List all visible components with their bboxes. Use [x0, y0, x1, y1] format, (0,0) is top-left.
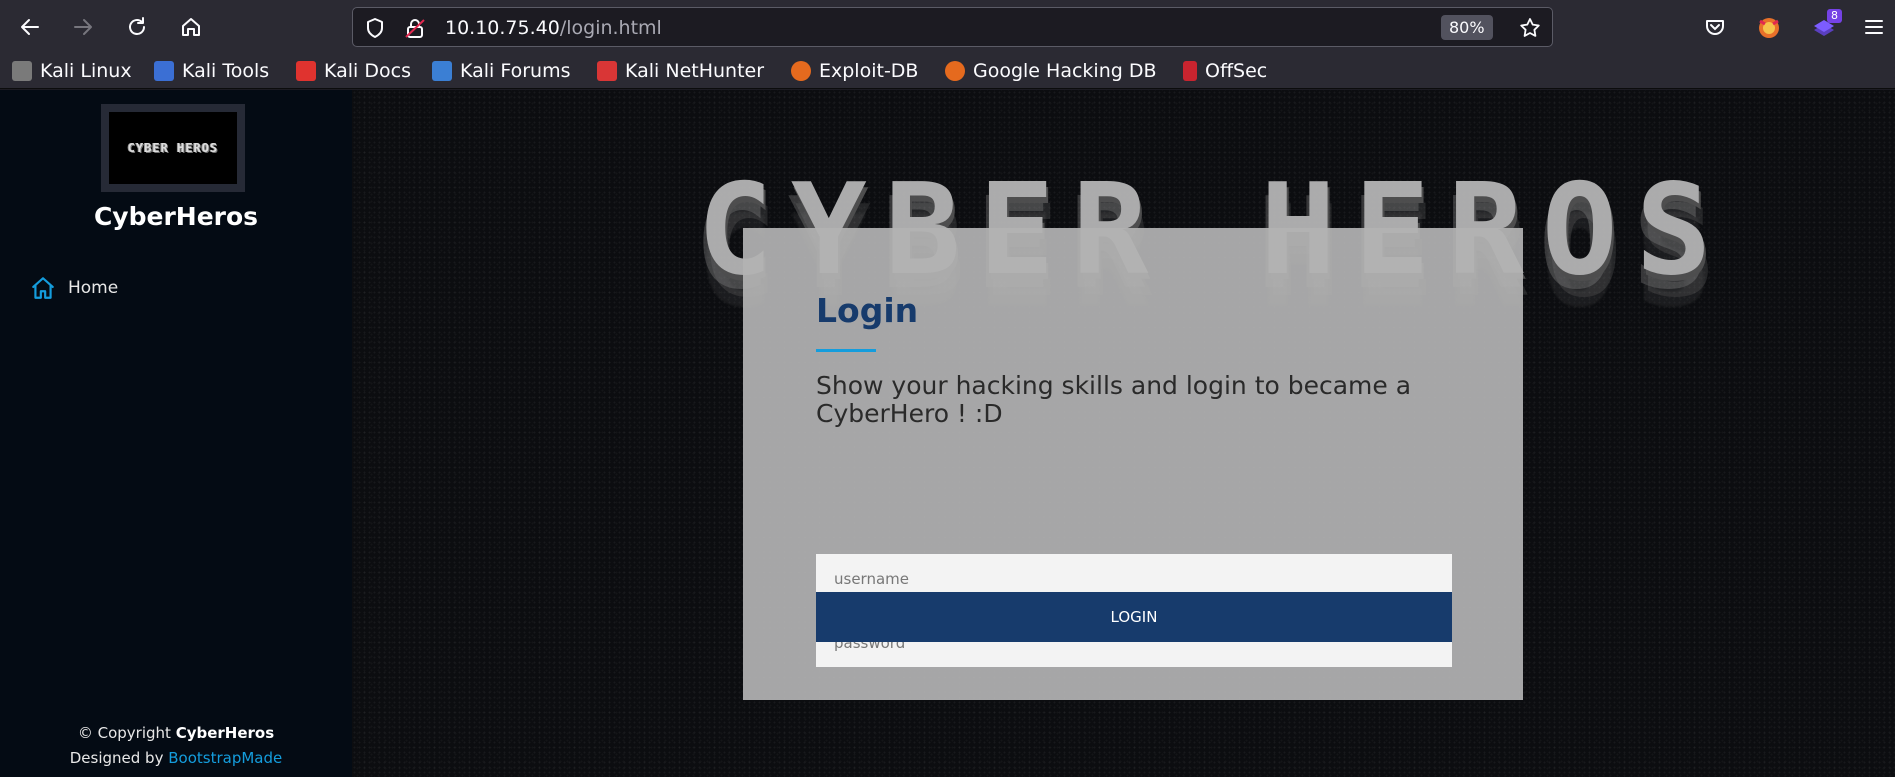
insecure-lock-icon[interactable]	[403, 16, 427, 40]
bookmark-kali-docs[interactable]: Kali Docs	[296, 58, 411, 84]
url-host: 10.10.75.40	[445, 17, 560, 39]
bookmark-label: Kali Forums	[460, 60, 571, 82]
logo-text: CYBER HEROS	[127, 141, 219, 155]
copyright-brand: CyberHeros	[175, 724, 275, 742]
kali-nethunter-icon	[597, 61, 617, 81]
offsec-icon	[1183, 61, 1197, 81]
bookmarks-bar: Kali Linux Kali Tools Kali Docs Kali For…	[0, 54, 1895, 89]
extension-icon[interactable]: 8	[1808, 9, 1842, 42]
kali-docs-icon	[296, 61, 316, 81]
copyright: © Copyright CyberHeros	[0, 724, 352, 742]
bookmark-google-hacking-db[interactable]: Google Hacking DB	[945, 58, 1157, 84]
browser-toolbar: 10.10.75.40/login.html 80% 8	[0, 0, 1895, 54]
home-icon[interactable]	[174, 10, 208, 44]
google-hacking-db-icon	[945, 61, 965, 81]
login-button[interactable]: LOGIN	[816, 592, 1452, 642]
url-bar[interactable]: 10.10.75.40/login.html 80%	[352, 7, 1553, 47]
bookmark-exploit-db[interactable]: Exploit-DB	[791, 58, 918, 84]
shield-icon[interactable]	[363, 16, 387, 40]
reload-icon[interactable]	[120, 10, 154, 44]
exploit-db-icon	[791, 61, 811, 81]
back-icon[interactable]	[13, 10, 47, 44]
login-description: Show your hacking skills and login to be…	[816, 371, 1412, 428]
extension-badge: 8	[1827, 9, 1842, 23]
bookmark-label: OffSec	[1205, 60, 1268, 82]
bookmark-kali-forums[interactable]: Kali Forums	[432, 58, 571, 84]
url-text[interactable]: 10.10.75.40/login.html	[445, 17, 662, 39]
bookmark-label: Kali Linux	[40, 60, 132, 82]
bookmark-label: Kali Tools	[182, 60, 270, 82]
copyright-prefix: © Copyright	[77, 724, 171, 742]
pocket-icon[interactable]	[1703, 15, 1727, 39]
kali-tools-icon	[154, 61, 174, 81]
login-title: Login	[816, 291, 919, 330]
bookmark-label: Exploit-DB	[819, 60, 919, 82]
house-icon	[32, 277, 54, 299]
hero-section: CYBER HEROS Login Show your hacking skil…	[352, 90, 1895, 777]
page-content: CYBER HEROS CyberHeros Home © Copyright …	[0, 90, 1895, 777]
forward-icon[interactable]	[66, 10, 100, 44]
menu-icon[interactable]	[1862, 15, 1886, 39]
bookmark-offsec[interactable]: OffSec	[1183, 58, 1267, 84]
credits-prefix: Designed by	[69, 749, 164, 767]
star-icon[interactable]	[1518, 16, 1542, 40]
kali-forums-icon	[432, 61, 452, 81]
extension-fox-icon[interactable]	[1755, 13, 1783, 41]
brand-name[interactable]: CyberHeros	[0, 202, 352, 231]
zoom-badge[interactable]: 80%	[1441, 15, 1493, 40]
designer-link[interactable]: BootstrapMade	[168, 749, 282, 767]
bookmark-label: Kali NetHunter	[625, 60, 765, 82]
kali-linux-icon	[12, 61, 32, 81]
site-logo[interactable]: CYBER HEROS	[101, 104, 245, 192]
sidebar-item-label: Home	[68, 278, 119, 298]
credits: Designed by BootstrapMade	[0, 749, 352, 767]
sidebar: CYBER HEROS CyberHeros Home © Copyright …	[0, 90, 352, 777]
bookmark-label: Kali Docs	[324, 60, 411, 82]
bookmark-kali-nethunter[interactable]: Kali NetHunter	[597, 58, 764, 84]
sidebar-item-home[interactable]: Home	[30, 275, 118, 301]
bookmark-kali-tools[interactable]: Kali Tools	[154, 58, 269, 84]
bookmark-label: Google Hacking DB	[973, 60, 1157, 82]
bookmark-kali-linux[interactable]: Kali Linux	[12, 58, 132, 84]
url-path: /login.html	[559, 17, 662, 39]
title-underline	[816, 349, 876, 352]
